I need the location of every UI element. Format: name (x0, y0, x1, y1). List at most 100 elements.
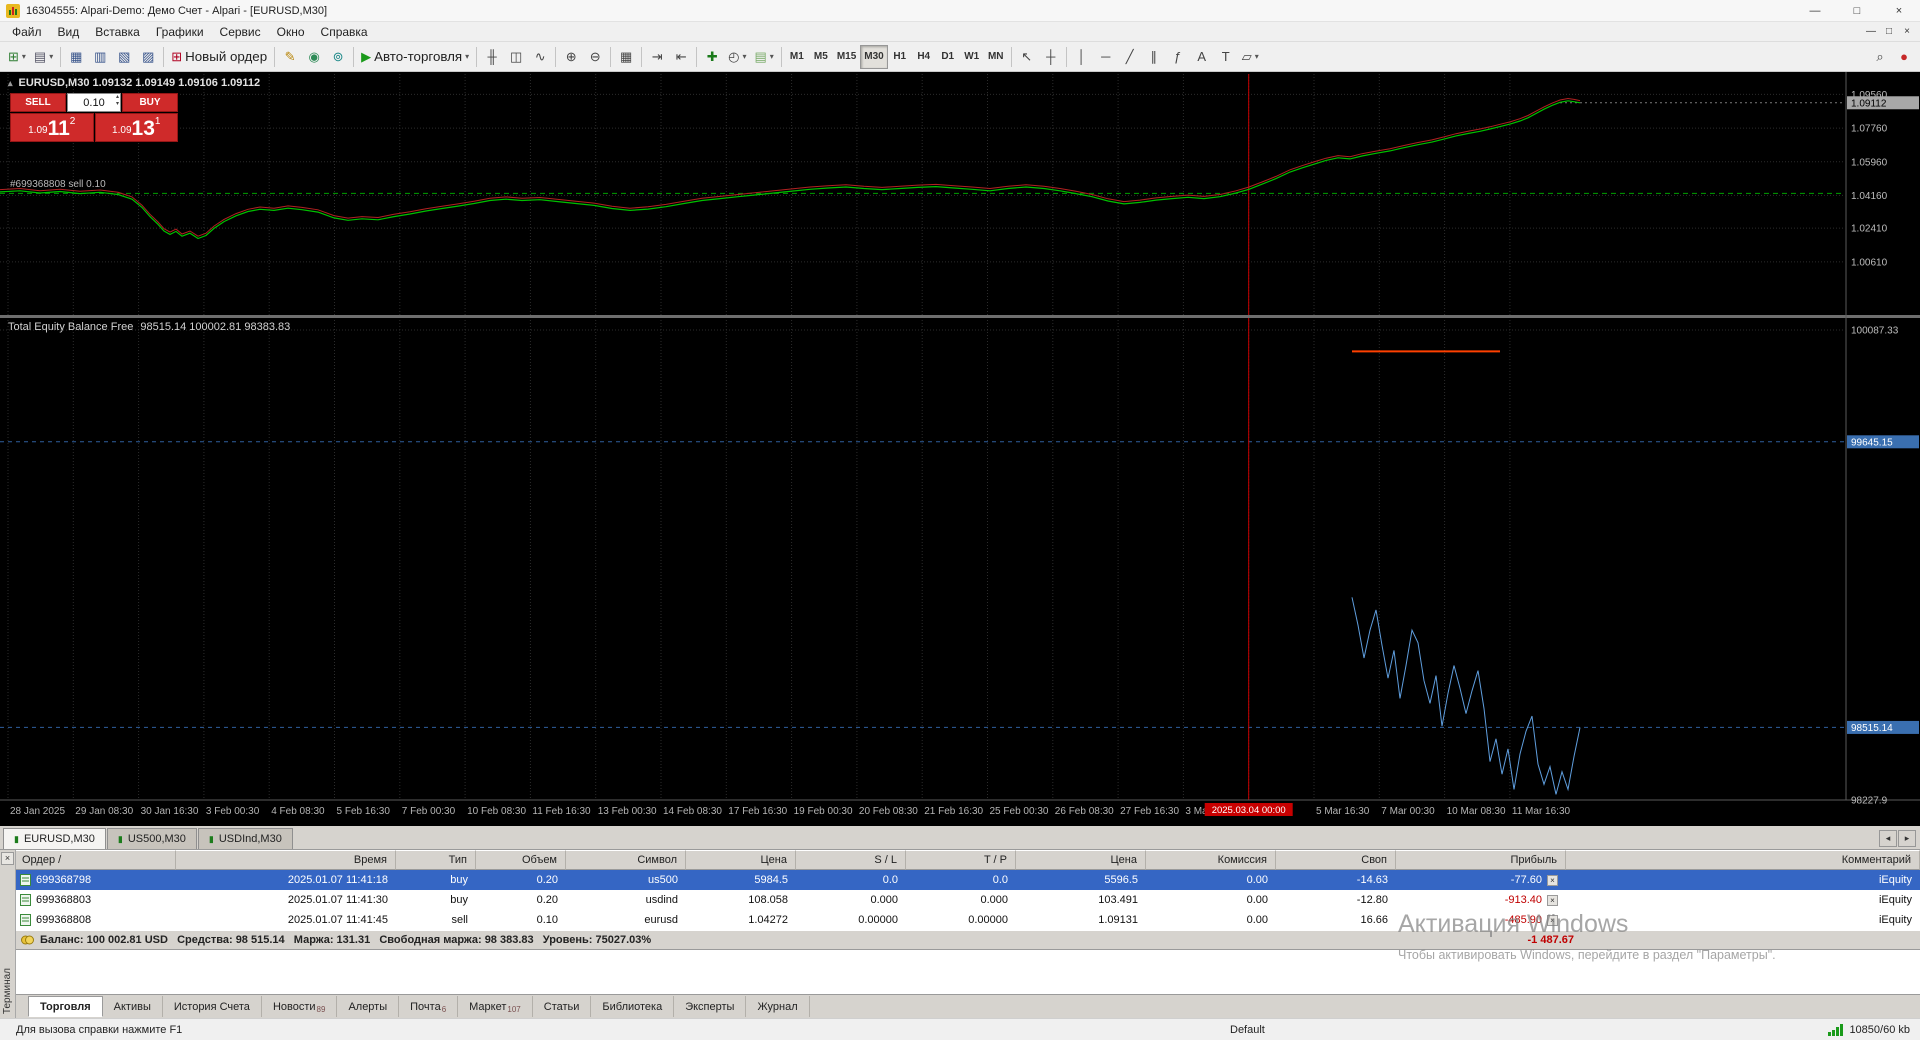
indicators-button[interactable]: ✚ (700, 45, 724, 69)
vertical-line-button[interactable]: │ (1070, 45, 1094, 69)
mql5-button[interactable]: ◉ (302, 45, 326, 69)
timeframe-d1[interactable]: D1 (936, 45, 960, 69)
close-position-button[interactable]: × (1547, 874, 1558, 886)
line-chart-button[interactable]: ∿ (528, 45, 552, 69)
horizontal-line-button[interactable]: ─ (1094, 45, 1118, 69)
column-header-5[interactable]: Цена (686, 850, 796, 870)
open-position-label[interactable]: #699368808 sell 0.10 (10, 179, 106, 190)
zoom-in-button[interactable]: ⊕ (559, 45, 583, 69)
terminal-tab-История Счета[interactable]: История Счета (163, 996, 262, 1017)
timeframe-mn[interactable]: MN (984, 45, 1008, 69)
terminal-tab-Маркет[interactable]: Маркет 107 (458, 996, 533, 1017)
terminal-side-label[interactable]: Терминал (2, 968, 13, 1014)
terminal-tab-Эксперты[interactable]: Эксперты (674, 996, 747, 1017)
menu-item-Окно[interactable]: Окно (269, 24, 313, 40)
timeframe-w1[interactable]: W1 (960, 45, 984, 69)
minimize-button[interactable]: — (1794, 0, 1836, 21)
terminal-close-button[interactable]: × (1, 852, 14, 865)
autotrade-button-dropdown-icon[interactable]: ▾ (465, 52, 469, 61)
search-button[interactable]: ⌕ (1868, 45, 1892, 69)
terminal-tab-Торговля[interactable]: Торговля (28, 996, 103, 1017)
timeframe-m5[interactable]: M5 (809, 45, 833, 69)
periods-button[interactable]: ◴ ▾ (724, 45, 750, 69)
crosshair-button[interactable]: ┼ (1039, 45, 1063, 69)
terminal-panel-button[interactable]: ▨ (136, 45, 160, 69)
column-header-10[interactable]: Своп (1276, 850, 1396, 870)
label-button[interactable]: Т (1214, 45, 1238, 69)
new-order-button[interactable]: ⊞ Новый ордер (167, 45, 271, 69)
timeframe-h1[interactable]: H1 (888, 45, 912, 69)
column-header-6[interactable]: S / L (796, 850, 906, 870)
chart-tab-EURUSD,M30[interactable]: ▮ EURUSD,M30 (3, 828, 106, 849)
terminal-tab-Активы[interactable]: Активы (103, 996, 163, 1017)
auto-scroll-button[interactable]: ⇥ (645, 45, 669, 69)
mdi-minimize-button[interactable]: — (1862, 21, 1880, 42)
metaeditor-button[interactable]: ✎ (278, 45, 302, 69)
terminal-tab-Новости[interactable]: Новости 89 (262, 996, 338, 1017)
column-header-4[interactable]: Символ (566, 850, 686, 870)
table-row[interactable]: 699368808 2025.01.07 11:41:45 sell 0.10 euru… (16, 910, 1920, 930)
templates-button[interactable]: ▤ ▾ (751, 45, 778, 69)
timeframe-m1[interactable]: M1 (785, 45, 809, 69)
column-header-12[interactable]: Комментарий (1566, 850, 1920, 870)
terminal-tab-Статьи[interactable]: Статьи (533, 996, 592, 1017)
fibonacci-button[interactable]: ƒ (1166, 45, 1190, 69)
chart-tab-US500,M30[interactable]: ▮ US500,M30 (106, 828, 197, 849)
terminal-tab-Библиотека[interactable]: Библиотека (591, 996, 675, 1017)
table-row[interactable]: 699368803 2025.01.07 11:41:30 buy 0.20 usdin… (16, 890, 1920, 910)
column-header-8[interactable]: Цена (1016, 850, 1146, 870)
menu-item-Сервис[interactable]: Сервис (212, 24, 269, 40)
menu-item-Файл[interactable]: Файл (4, 24, 50, 40)
menu-item-Вставка[interactable]: Вставка (87, 24, 148, 40)
chart-tabs-scroll-left[interactable]: ◂ (1879, 830, 1897, 847)
buy-button[interactable]: BUY (122, 93, 178, 112)
lot-spin-up-icon[interactable]: ▴ (116, 94, 119, 101)
shapes-button[interactable]: ▱ ▾ (1238, 45, 1263, 69)
maximize-button[interactable]: □ (1836, 0, 1878, 21)
column-header-11[interactable]: Прибыль (1396, 850, 1566, 870)
timeframe-m15[interactable]: M15 (833, 45, 860, 69)
buy-price-button[interactable]: 1.09 13 1 (94, 113, 178, 142)
navigator-button[interactable]: ▧ (112, 45, 136, 69)
menu-item-Справка[interactable]: Справка (313, 24, 376, 40)
column-header-0[interactable]: Ордер / (16, 850, 176, 870)
tile-windows-button[interactable]: ▦ (614, 45, 638, 69)
timeframe-m30[interactable]: M30 (860, 44, 888, 69)
channel-button[interactable]: ∥ (1142, 45, 1166, 69)
profiles-button[interactable]: ▤ ▾ (30, 45, 57, 69)
mdi-restore-button[interactable]: □ (1880, 21, 1898, 42)
status-profile[interactable]: Default (1230, 1024, 1265, 1036)
column-header-1[interactable]: Время (176, 850, 396, 870)
chat-button[interactable]: ● (1892, 45, 1916, 69)
close-position-button[interactable]: × (1547, 914, 1558, 926)
periods-button-dropdown-icon[interactable]: ▾ (742, 52, 746, 61)
menu-item-Вид[interactable]: Вид (50, 24, 88, 40)
close-button[interactable]: × (1878, 0, 1920, 21)
table-row[interactable]: 699368798 2025.01.07 11:41:18 buy 0.20 us500… (16, 870, 1920, 890)
market-watch-button[interactable]: ▦ (64, 45, 88, 69)
new-chart-button-dropdown-icon[interactable]: ▾ (22, 52, 26, 61)
text-button[interactable]: A (1190, 45, 1214, 69)
menu-item-Графики[interactable]: Графики (148, 24, 212, 40)
column-header-3[interactable]: Объем (476, 850, 566, 870)
sell-price-button[interactable]: 1.09 11 2 (10, 113, 94, 142)
chart-tabs-scroll-right[interactable]: ▸ (1898, 830, 1916, 847)
chart-shift-button[interactable]: ⇤ (669, 45, 693, 69)
lot-spinner[interactable]: ▴ ▾ (116, 94, 119, 108)
profiles-button-dropdown-icon[interactable]: ▾ (49, 52, 53, 61)
autotrade-button[interactable]: ▶ Авто-торговля ▾ (357, 45, 473, 69)
lot-size-input[interactable]: 0.10 ▴ ▾ (67, 93, 121, 112)
column-header-7[interactable]: T / P (906, 850, 1016, 870)
chart-canvas[interactable]: 28 Jan 2025 29 Jan 08:30 30 Jan 16:30 3 Feb… (0, 72, 1920, 826)
timeframe-h4[interactable]: H4 (912, 45, 936, 69)
data-window-button[interactable]: ▥ (88, 45, 112, 69)
trendline-button[interactable]: ╱ (1118, 45, 1142, 69)
column-header-9[interactable]: Комиссия (1146, 850, 1276, 870)
chart-tab-USDInd,M30[interactable]: ▮ USDInd,M30 (197, 828, 293, 849)
sell-button[interactable]: SELL (10, 93, 66, 112)
new-chart-button[interactable]: ⊞ ▾ (4, 45, 30, 69)
candlestick-button[interactable]: ◫ (504, 45, 528, 69)
terminal-tab-Журнал[interactable]: Журнал (746, 996, 810, 1017)
templates-button-dropdown-icon[interactable]: ▾ (770, 52, 774, 61)
column-header-2[interactable]: Тип (396, 850, 476, 870)
